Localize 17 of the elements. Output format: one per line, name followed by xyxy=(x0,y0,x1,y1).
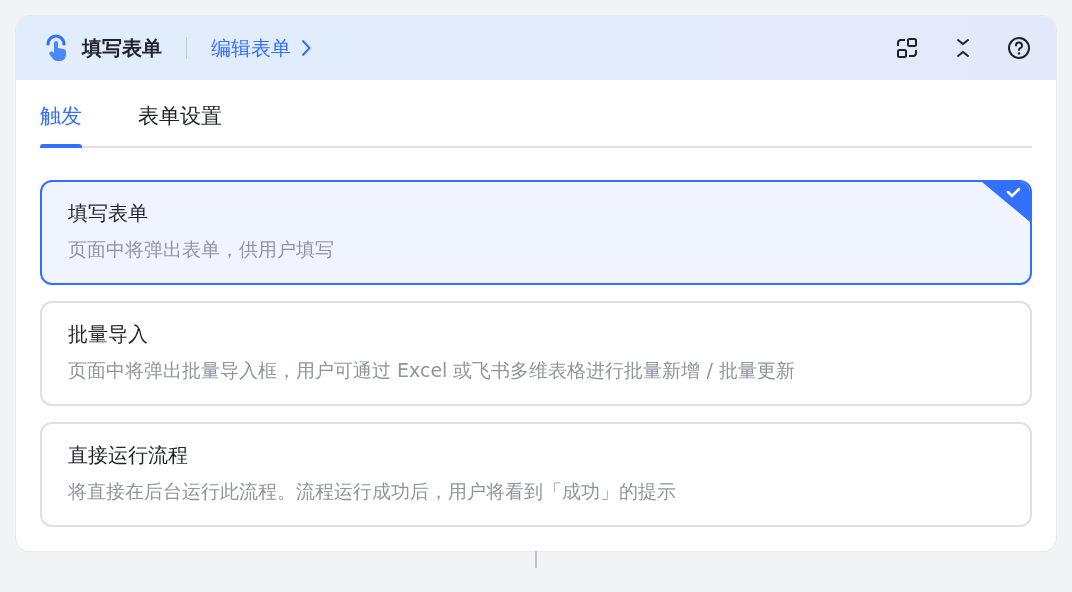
option-title: 填写表单 xyxy=(68,200,149,227)
chevron-right-icon xyxy=(301,39,311,57)
option-title: 直接运行流程 xyxy=(68,442,189,469)
panel-title: 填写表单 xyxy=(82,34,162,62)
trigger-option[interactable]: 批量导入 页面中将弹出批量导入框，用户可通过 Excel 或飞书多维表格进行批量新增 / 批量更新 xyxy=(40,301,1032,406)
tab[interactable]: 表单设置 xyxy=(138,94,222,146)
help-icon[interactable] xyxy=(1006,35,1032,61)
edit-form-link[interactable]: 编辑表单 xyxy=(211,34,311,62)
option-description: 页面中将弹出批量导入框，用户可通过 Excel 或飞书多维表格进行批量新增 / 批量更新 xyxy=(68,358,796,383)
check-corner-icon xyxy=(982,182,1030,222)
trigger-option[interactable]: 直接运行流程 将直接在后台运行此流程。流程运行成功后，用户将看到「成功」的提示 xyxy=(40,422,1032,527)
trigger-option[interactable]: 填写表单 页面中将弹出表单，供用户填写 xyxy=(40,180,1032,285)
option-title: 批量导入 xyxy=(68,321,149,348)
option-description: 将直接在后台运行此流程。流程运行成功后，用户将看到「成功」的提示 xyxy=(68,479,677,504)
tab[interactable]: 触发 xyxy=(40,94,82,146)
option-description: 页面中将弹出表单，供用户填写 xyxy=(68,237,335,262)
swap-layout-icon[interactable] xyxy=(894,35,920,61)
